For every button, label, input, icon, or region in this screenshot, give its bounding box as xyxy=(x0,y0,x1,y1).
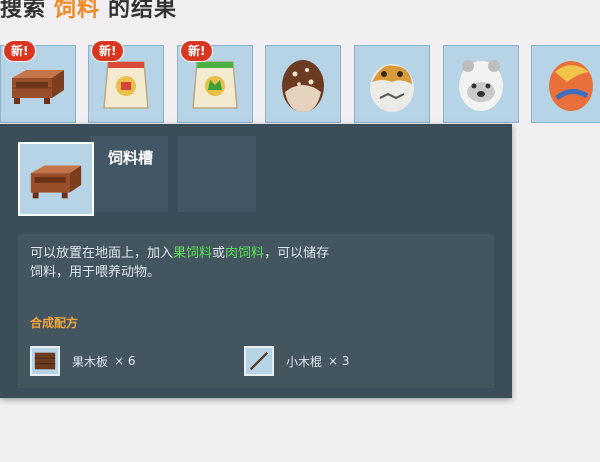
ingredient-name: 小木棍 xyxy=(286,354,323,369)
new-badge: 新! xyxy=(180,40,214,62)
ingredient-qty: × 6 xyxy=(114,354,136,368)
item-slot-feed-bag-red[interactable]: 新! xyxy=(88,40,164,123)
spotted-egg-icon xyxy=(282,60,324,112)
search-result-title: 搜索 饲料 的结果 xyxy=(0,0,177,22)
search-suffix: 的结果 xyxy=(108,0,178,22)
animal-egg-icon xyxy=(370,64,414,112)
ingredient-icon-box xyxy=(30,346,60,376)
trough-icon xyxy=(30,165,82,199)
item-slot-bear-egg[interactable] xyxy=(443,45,519,123)
ghost-slot xyxy=(178,136,256,212)
new-badge: 新! xyxy=(91,40,125,62)
item-slot-trough[interactable]: 新! xyxy=(0,40,76,123)
item-slot-orange-egg[interactable] xyxy=(531,45,600,123)
search-keyword: 饲料 xyxy=(54,0,101,22)
orange-egg-icon xyxy=(549,61,593,111)
item-slot-feed-bag-green[interactable]: 新! xyxy=(177,40,253,123)
item-tooltip: 饲料槽 可以放置在地面上，加入果饲料或肉饲料，可以储存 饲料，用于喂养动物。 合… xyxy=(0,124,512,398)
item-slot-spotted-egg[interactable] xyxy=(265,45,341,123)
ingredient-small-stick[interactable]: 小木棍 × 3 xyxy=(244,346,350,376)
ingredient-qty: × 3 xyxy=(328,354,350,368)
bear-egg-icon xyxy=(459,60,503,111)
item-slot-animal-egg[interactable] xyxy=(354,45,430,123)
ingredient-fruit-wood-plank[interactable]: 果木板 × 6 xyxy=(30,346,136,376)
ingredient-name: 果木板 xyxy=(72,354,109,369)
tooltip-item-name: 饲料槽 xyxy=(108,149,154,167)
desc-text: 饲料，用于喂养动物。 xyxy=(30,265,161,280)
ingredient-icon-box xyxy=(244,346,274,376)
fruit-wood-plank-icon xyxy=(34,352,56,370)
desc-text: 可以放置在地面上，加入 xyxy=(30,246,174,261)
new-badge: 新! xyxy=(3,40,37,62)
fruit-feed-link[interactable]: 果饲料 xyxy=(173,246,212,261)
description-panel: 可以放置在地面上，加入果饲料或肉饲料，可以储存 饲料，用于喂养动物。 合成配方 … xyxy=(18,234,494,388)
recipe-title: 合成配方 xyxy=(30,316,79,330)
search-prefix: 搜索 xyxy=(0,0,47,22)
tooltip-item-icon xyxy=(18,142,94,216)
desc-text: ，可以储存 xyxy=(264,246,330,261)
meat-feed-link[interactable]: 肉饲料 xyxy=(225,246,264,261)
desc-text: 或 xyxy=(212,246,226,261)
small-stick-icon xyxy=(249,351,269,371)
item-description: 可以放置在地面上，加入果饲料或肉饲料，可以储存 饲料，用于喂养动物。 xyxy=(30,244,480,282)
